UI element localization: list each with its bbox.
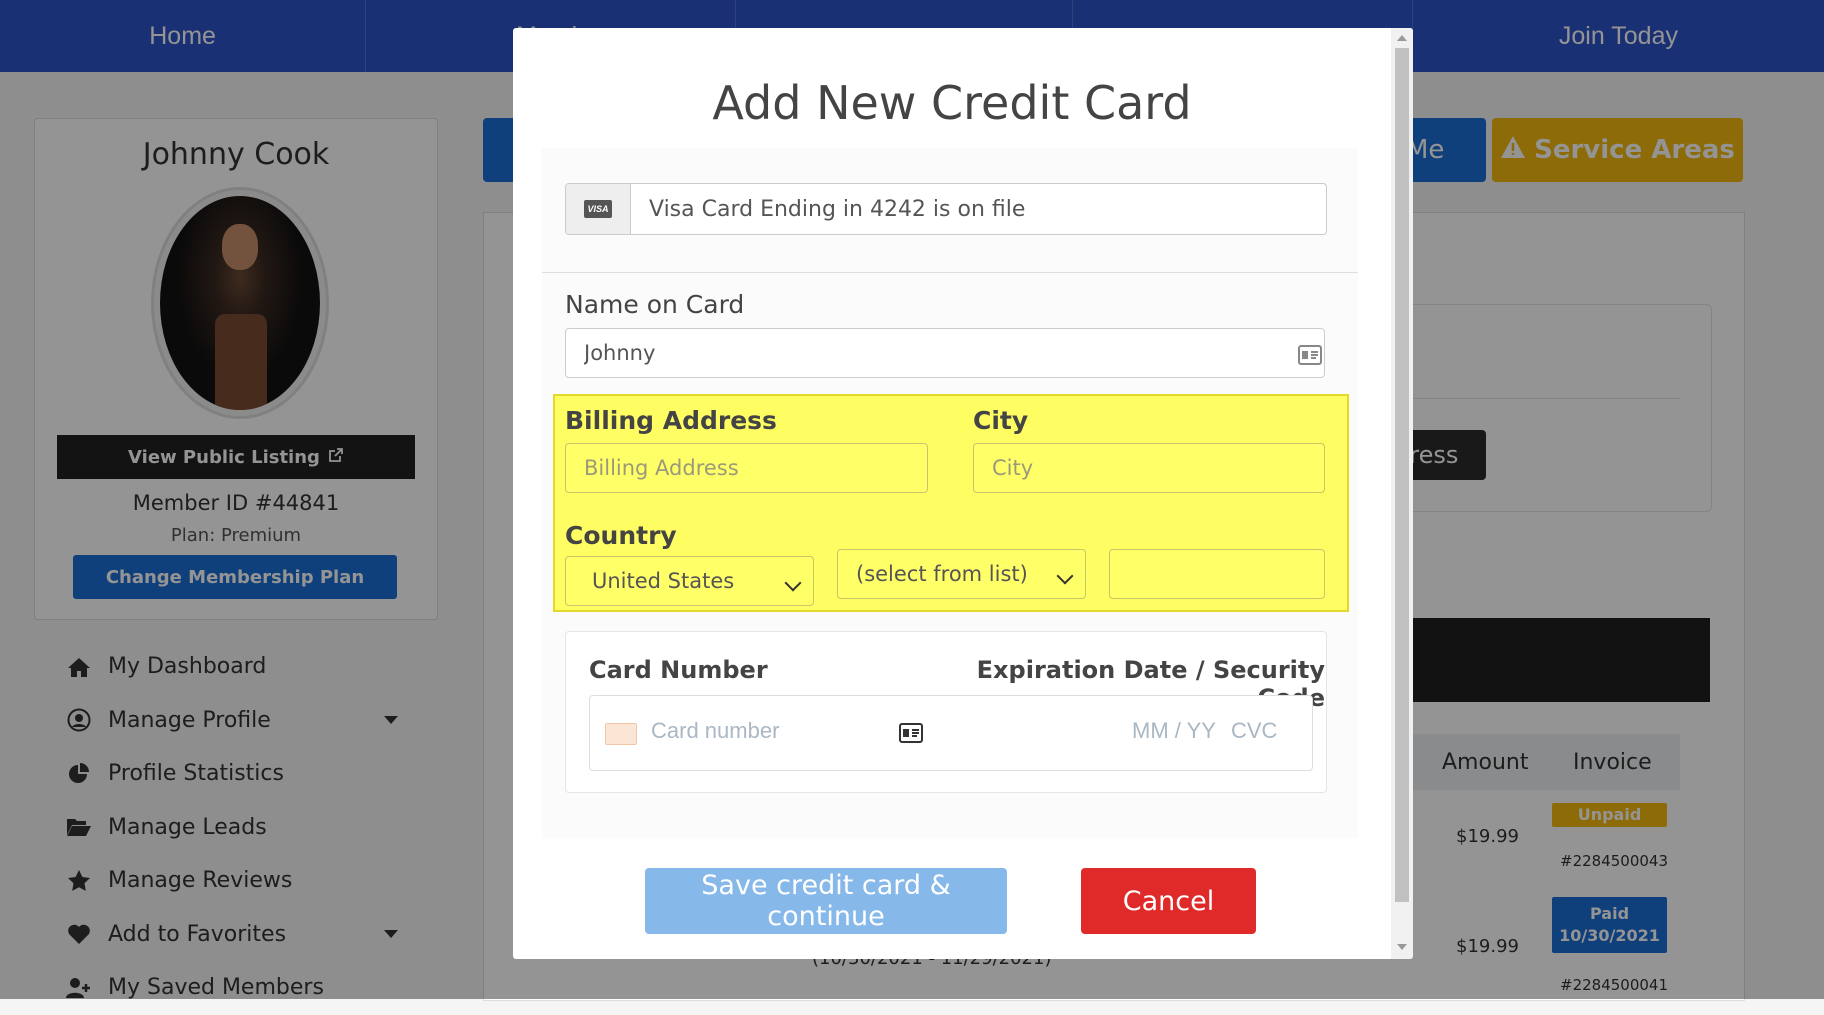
scroll-thumb[interactable] bbox=[1395, 48, 1409, 902]
card-on-file-field[interactable] bbox=[631, 184, 1326, 234]
billing-address-label: Billing Address bbox=[565, 406, 777, 435]
cvc-input[interactable]: CVC bbox=[1231, 718, 1277, 744]
visa-logo: VISA bbox=[584, 200, 612, 218]
city-label: City bbox=[973, 406, 1029, 435]
expiration-date-input[interactable]: MM / YY bbox=[1132, 718, 1216, 744]
country-select[interactable]: United States bbox=[565, 556, 814, 606]
card-number-label: Card Number bbox=[589, 656, 768, 684]
id-card-icon bbox=[1298, 345, 1322, 365]
modal-scrollbar[interactable] bbox=[1391, 28, 1413, 959]
state-selected-value: (select from list) bbox=[856, 562, 1028, 586]
id-card-icon bbox=[899, 723, 923, 743]
credit-card-icon bbox=[605, 723, 637, 745]
scroll-up-icon[interactable] bbox=[1397, 35, 1407, 41]
state-select[interactable]: (select from list) bbox=[837, 549, 1086, 599]
city-input[interactable] bbox=[973, 443, 1325, 493]
modal-title: Add New Credit Card bbox=[712, 76, 1192, 130]
divider bbox=[542, 272, 1358, 273]
chevron-down-icon bbox=[784, 574, 802, 592]
card-on-file-group: VISA bbox=[565, 183, 1327, 235]
cancel-button[interactable]: Cancel bbox=[1081, 868, 1256, 934]
scroll-down-icon[interactable] bbox=[1397, 944, 1407, 950]
country-selected-value: United States bbox=[592, 569, 735, 593]
name-on-card-label: Name on Card bbox=[565, 290, 745, 319]
zip-code-input[interactable] bbox=[1109, 549, 1325, 599]
visa-card-icon: VISA bbox=[566, 184, 631, 234]
chevron-down-icon bbox=[1056, 567, 1074, 585]
name-on-card-input[interactable] bbox=[565, 328, 1325, 378]
add-credit-card-modal: Add New Credit Card VISA Name on Card Bi… bbox=[513, 28, 1413, 959]
country-label: Country bbox=[565, 521, 677, 550]
save-credit-card-button[interactable]: Save credit card & continue bbox=[645, 868, 1007, 934]
card-number-placeholder[interactable]: Card number bbox=[651, 718, 779, 744]
billing-address-input[interactable] bbox=[565, 443, 928, 493]
